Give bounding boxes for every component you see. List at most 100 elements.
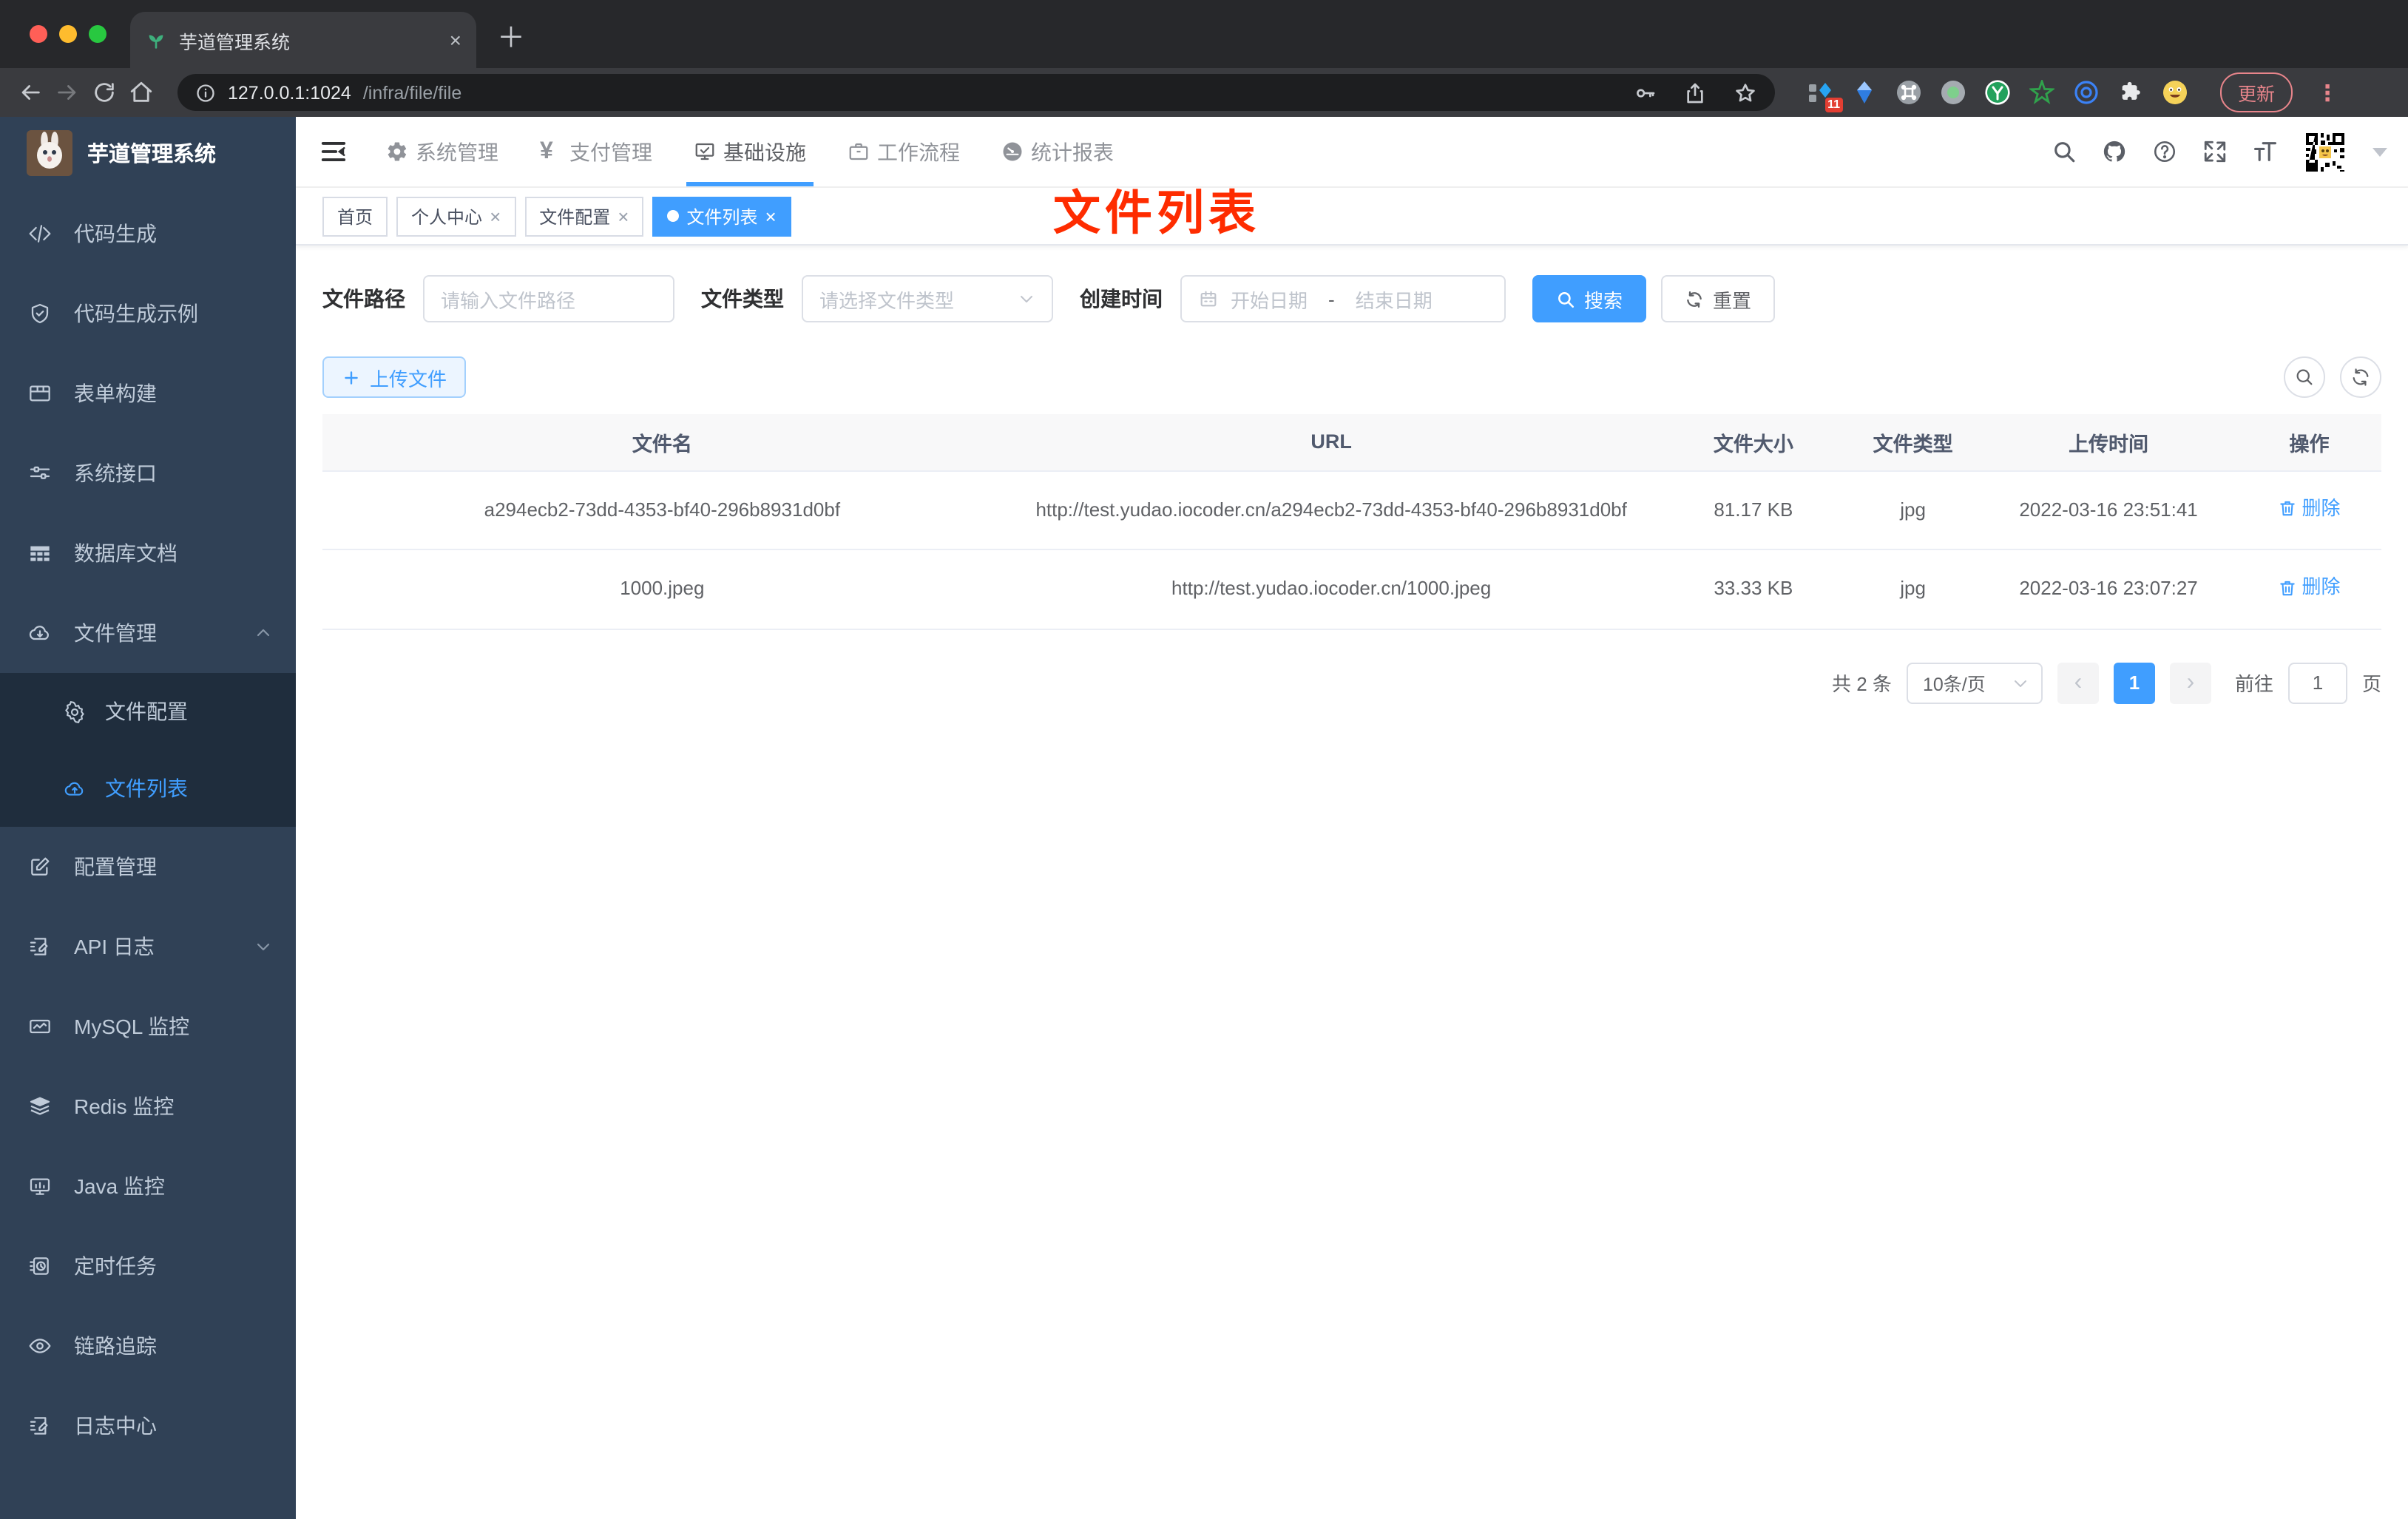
extension-kite-icon[interactable] [1852,80,1877,105]
address-bar[interactable]: 127.0.0.1:1024/infra/file/file [177,74,1775,111]
sidebar-item-db-doc[interactable]: 数据库文档 [0,513,296,593]
sidebar-item-form-builder[interactable]: 表单构建 [0,353,296,433]
reset-button[interactable]: 重置 [1661,275,1776,322]
avatar-qr[interactable] [2303,129,2347,174]
tag-label: 文件配置 [539,206,611,227]
browser-tab[interactable]: 芋道管理系统 × [130,12,476,68]
home-icon[interactable] [129,80,154,105]
sidebar-item-label: 定时任务 [74,1254,157,1278]
sidebar-item-config-manage[interactable]: 配置管理 [0,827,296,907]
forward-icon[interactable] [55,80,80,105]
refresh-icon [2353,368,2369,386]
file-type-placeholder: 请选择文件类型 [819,289,955,311]
top-nav-system[interactable]: 系统管理 [365,117,519,186]
bookmark-star-icon[interactable] [1734,81,1757,104]
window-controls [30,25,106,43]
sidebar-item-java-monitor[interactable]: Java 监控 [0,1146,296,1226]
sidebar-item-label: 代码生成 [74,222,157,246]
sidebar-item-log-center[interactable]: 日志中心 [0,1386,296,1466]
app-logo[interactable]: 芋道管理系统 [0,117,296,188]
new-tab-button[interactable]: ＋ [497,16,525,56]
extensions-puzzle-icon[interactable] [2118,80,2143,105]
refresh-table-button[interactable] [2340,356,2381,398]
fullscreen-icon[interactable] [2202,139,2228,164]
sidebar-item-scheduled-jobs[interactable]: 定时任务 [0,1226,296,1306]
extension-command-icon[interactable] [1896,80,1921,105]
minimize-window-button[interactable] [59,25,77,43]
font-size-icon[interactable] [2253,139,2278,164]
sidebar-item-tracing[interactable]: 链路追踪 [0,1306,296,1386]
sidebar-item-file-list[interactable]: 文件列表 [0,750,296,827]
avatar-caret-icon[interactable] [2373,147,2387,156]
file-type-select[interactable]: 请选择文件类型 [802,275,1053,322]
sidebar-item-api-log[interactable]: API 日志 [0,907,296,987]
top-nav-workflow[interactable]: 工作流程 [827,117,981,186]
extension-grid-icon[interactable]: 11 [1807,80,1843,112]
delete-button[interactable]: 删除 [2279,492,2341,524]
password-key-icon[interactable] [1633,81,1657,104]
extension-badge: 11 [1824,98,1843,112]
extension-star-icon[interactable] [2029,80,2054,105]
sliders-icon [30,466,50,479]
share-icon[interactable] [1683,81,1707,104]
pagination: 共 2 条 10条/页 ‹ 1 › 前往 1 页 [322,662,2381,704]
extension-dot-icon[interactable] [1941,80,1966,105]
site-info-icon[interactable] [195,82,216,103]
browser-menu-icon[interactable]: ⋮ [2316,79,2338,106]
browser-tab-strip: 芋道管理系统 × ＋ [0,0,2408,68]
page-size-select[interactable]: 10条/页 [1906,662,2043,704]
current-page[interactable]: 1 [2113,662,2155,704]
top-nav-payment[interactable]: ¥ 支付管理 [519,117,673,186]
maximize-window-button[interactable] [89,25,106,43]
file-path-input[interactable]: 请输入文件路径 [423,275,674,322]
sidebar-item-mysql-monitor[interactable]: MySQL 监控 [0,987,296,1066]
goto-page-input[interactable]: 1 [2287,662,2347,704]
next-page-button[interactable]: › [2169,662,2211,704]
upload-file-button[interactable]: 上传文件 [322,356,467,398]
sidebar: 芋道管理系统 代码生成 代码生成示例 表单构建 系统接口 数据库文档 文件管理 … [0,117,296,1519]
tab-close-icon[interactable]: × [450,30,461,50]
tag-file-list[interactable]: 文件列表 × [652,196,791,236]
top-nav-reports[interactable]: 统计报表 [981,117,1134,186]
sidebar-item-label: 系统接口 [74,461,157,485]
top-nav-infra[interactable]: 基础设施 [673,117,827,186]
prev-page-button[interactable]: ‹ [2057,662,2099,704]
search-icon[interactable] [2052,139,2077,164]
tag-close-icon[interactable]: × [618,206,629,226]
tag-close-icon[interactable]: × [765,206,777,226]
help-icon[interactable] [2152,139,2177,164]
tag-profile[interactable]: 个人中心 × [396,196,516,236]
sidebar-item-file-config[interactable]: 文件配置 [0,673,296,750]
sidebar-item-label: Java 监控 [74,1174,165,1198]
extension-y-icon[interactable] [1985,80,2010,105]
tag-home[interactable]: 首页 [322,196,388,236]
sidebar-item-code-gen-example[interactable]: 代码生成示例 [0,274,296,353]
toggle-search-button[interactable] [2284,356,2325,398]
trash-icon [2280,501,2296,516]
delete-button[interactable]: 删除 [2279,571,2341,603]
collapse-sidebar-icon[interactable] [319,138,348,166]
table-toolbar: 上传文件 [322,356,2381,398]
reload-icon[interactable] [92,80,117,105]
page-size-value: 10条/页 [1922,674,1986,696]
sidebar-item-label: 文件管理 [74,621,157,645]
close-window-button[interactable] [30,25,47,43]
table-row: a294ecb2-73dd-4353-bf40-296b8931d0bf htt… [322,470,2381,551]
cell-size: 81.17 KB [1660,470,1847,551]
search-button[interactable]: 搜索 [1532,275,1647,322]
shield-check-icon [31,303,49,324]
profile-emoji-icon[interactable] [2162,80,2188,105]
table-header-row: 文件名 URL 文件大小 文件类型 上传时间 操作 [322,414,2381,471]
tag-close-icon[interactable]: × [490,206,501,226]
extension-eye-icon[interactable] [2074,80,2099,105]
back-icon[interactable] [18,80,43,105]
sidebar-item-code-gen[interactable]: 代码生成 [0,194,296,274]
sidebar-menu: 代码生成 代码生成示例 表单构建 系统接口 数据库文档 文件管理 文件配置 文件… [0,188,296,1466]
sidebar-item-file-manage[interactable]: 文件管理 [0,593,296,673]
github-icon[interactable] [2102,139,2127,164]
sidebar-item-redis-monitor[interactable]: Redis 监控 [0,1066,296,1146]
date-range-picker[interactable]: 开始日期 - 结束日期 [1180,275,1506,322]
browser-update-button[interactable]: 更新 [2220,72,2293,112]
sidebar-item-system-api[interactable]: 系统接口 [0,433,296,513]
tag-file-config[interactable]: 文件配置 × [524,196,644,236]
